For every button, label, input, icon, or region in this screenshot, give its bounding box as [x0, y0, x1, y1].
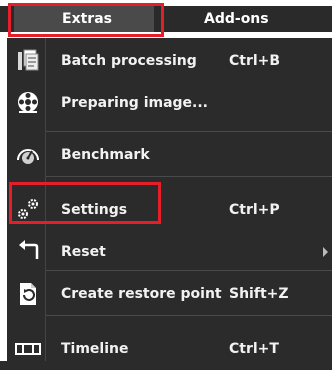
- menu-item-shortcut: Shift+Z: [229, 286, 289, 302]
- menu-item-label: Reset: [61, 244, 106, 260]
- film-reel-icon: [18, 92, 38, 113]
- settings-highlight-box: [9, 182, 161, 224]
- menu-item-label: Preparing image...: [61, 95, 208, 111]
- menu-item-timeline[interactable]: Timeline Ctrl+T: [7, 328, 332, 370]
- extras-highlight-box: [8, 3, 164, 37]
- batch-icon: [18, 49, 39, 71]
- menu-separator: [46, 315, 332, 316]
- menu-item-benchmark[interactable]: Benchmark: [7, 134, 332, 176]
- menu-item-label: Benchmark: [61, 147, 150, 163]
- menu-item-label: Batch processing: [61, 53, 197, 69]
- menu-item-shortcut: Ctrl+P: [229, 202, 280, 218]
- background-strip: [0, 38, 7, 361]
- menu-item-shortcut: Ctrl+T: [229, 341, 279, 357]
- menu-item-preparing-image[interactable]: Preparing image...: [7, 82, 332, 124]
- menu-separator: [46, 270, 332, 271]
- menu-item-batch-processing[interactable]: Batch processing Ctrl+B: [7, 40, 332, 82]
- speedometer-icon: [17, 149, 39, 164]
- menu-item-label: Create restore point: [61, 286, 222, 302]
- submenu-arrow-icon: [323, 247, 328, 257]
- menu-item-shortcut: Ctrl+B: [229, 53, 281, 69]
- timeline-icon: [15, 343, 41, 355]
- menu-separator: [46, 131, 332, 132]
- restore-document-icon: [20, 283, 36, 305]
- undo-arrow-icon: [19, 240, 39, 259]
- menu-add-ons[interactable]: Add-ons: [204, 6, 269, 32]
- menu-item-reset[interactable]: Reset: [7, 231, 332, 273]
- menu-item-label: Timeline: [61, 341, 129, 357]
- menu-item-create-restore-point[interactable]: Create restore point Shift+Z: [7, 273, 332, 315]
- menu-separator: [46, 176, 332, 177]
